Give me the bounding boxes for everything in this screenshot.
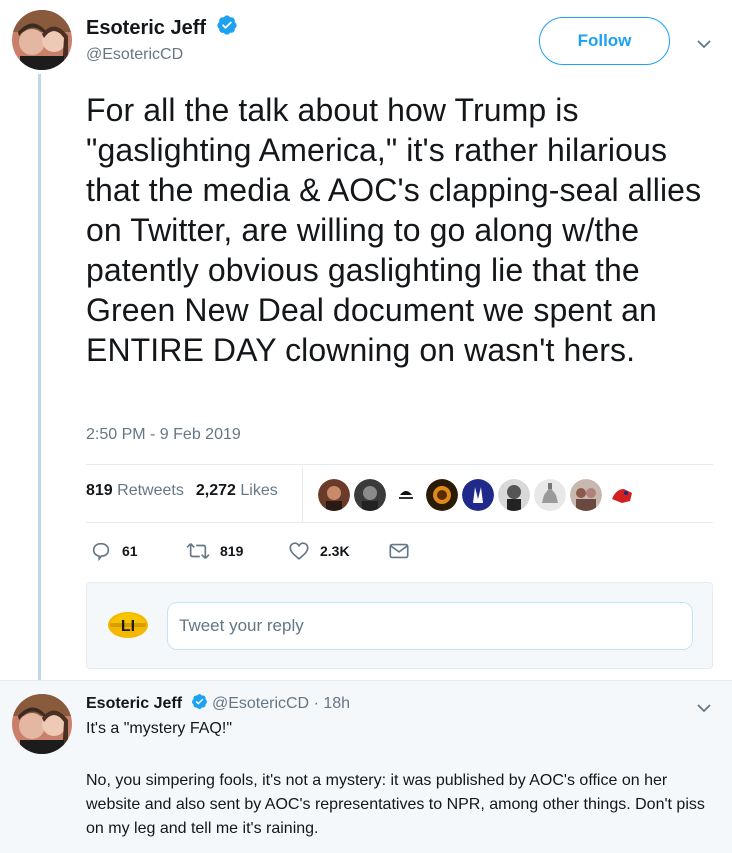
follow-button[interactable]: Follow — [539, 17, 670, 65]
tweet-timestamp[interactable]: 2:50 PM - 9 Feb 2019 — [86, 426, 241, 444]
stats-separator — [302, 466, 303, 522]
reply-input[interactable]: Tweet your reply — [167, 602, 693, 650]
retweet-count: 819 — [220, 543, 244, 559]
reply-text-line: It's a "mystery FAQ!" — [86, 720, 232, 737]
tweet-text: For all the talk about how Trump is "gas… — [86, 92, 702, 368]
heart-icon — [289, 542, 309, 560]
envelope-icon — [389, 543, 409, 559]
like-count: 2.3K — [320, 543, 350, 559]
reply-author-name[interactable]: Esoteric Jeff — [86, 695, 182, 712]
retweets-stat[interactable]: 819 Retweets — [86, 482, 184, 499]
direct-message-action[interactable] — [388, 540, 410, 562]
divider — [86, 464, 713, 465]
reply-time[interactable]: · 18h — [314, 695, 350, 712]
liker-avatar-6[interactable] — [498, 479, 530, 511]
reply-author-handle[interactable]: @EsotericCD — [212, 695, 309, 712]
like-action[interactable]: 2.3K — [288, 540, 350, 562]
retweet-action[interactable]: 819 — [186, 540, 243, 562]
verified-badge-icon — [191, 694, 207, 709]
liker-avatar-3[interactable] — [390, 479, 422, 511]
retweet-icon — [186, 543, 210, 559]
liker-avatar-4[interactable] — [426, 479, 458, 511]
liker-avatar-9[interactable] — [606, 479, 638, 511]
reply-author-avatar[interactable] — [12, 694, 72, 754]
author-name[interactable]: Esoteric Jeff — [86, 14, 238, 40]
reply-composer: LI Tweet your reply — [86, 582, 713, 669]
likes-stat[interactable]: 2,272 Likes — [196, 482, 278, 499]
author-handle[interactable]: @EsotericCD — [86, 46, 183, 64]
user-avatar-text: LI — [121, 618, 135, 635]
verified-badge-icon — [217, 15, 237, 35]
reply-text-paragraph: No, you simpering fools, it's not a myst… — [86, 772, 705, 837]
reply-author-line: Esoteric Jeff @EsotericCD · 18h — [86, 693, 350, 713]
user-avatar[interactable]: LI — [107, 601, 149, 643]
liker-avatar-5[interactable] — [462, 479, 494, 511]
chevron-down-icon[interactable] — [696, 700, 712, 716]
liker-avatar-8[interactable] — [570, 479, 602, 511]
reply-action[interactable]: 61 — [90, 540, 138, 562]
chevron-down-icon[interactable] — [696, 36, 712, 52]
reply-count: 61 — [122, 543, 138, 559]
divider — [86, 522, 713, 523]
author-avatar[interactable] — [12, 10, 72, 70]
tweet-stats: 819 Retweets 2,272 Likes — [86, 482, 278, 500]
thread-connector-line — [38, 74, 41, 680]
liker-avatar-2[interactable] — [354, 479, 386, 511]
liker-avatar-7[interactable] — [534, 479, 566, 511]
reply-icon — [92, 542, 110, 562]
liker-avatar-1[interactable] — [318, 479, 350, 511]
